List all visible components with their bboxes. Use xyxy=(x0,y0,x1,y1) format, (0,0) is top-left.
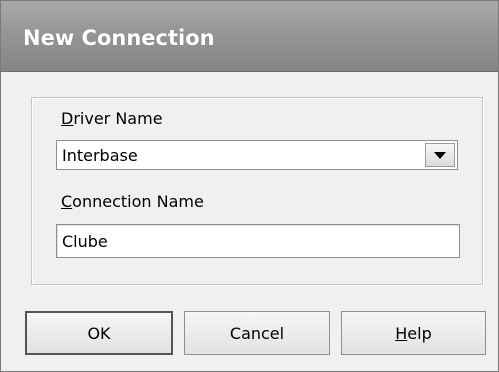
driver-name-dropdown-button[interactable] xyxy=(425,143,455,167)
connection-name-label: Connection Name xyxy=(61,192,204,211)
new-connection-dialog: New Connection Driver Name Interbase Con… xyxy=(0,0,499,372)
connection-name-label-mnemonic: C xyxy=(61,192,73,211)
help-button[interactable]: Help xyxy=(341,311,486,355)
help-button-mnemonic: H xyxy=(395,323,408,343)
connection-name-label-text: onnection Name xyxy=(72,192,204,211)
help-button-label: Help xyxy=(395,324,431,343)
driver-name-label-mnemonic: D xyxy=(61,109,74,128)
driver-name-value: Interbase xyxy=(62,146,138,165)
cancel-button[interactable]: Cancel xyxy=(184,311,330,355)
help-button-label-text: elp xyxy=(407,323,432,343)
connection-name-input[interactable]: Clube xyxy=(56,224,460,258)
driver-name-label: Driver Name xyxy=(61,109,163,128)
dialog-title: New Connection xyxy=(23,26,215,50)
cancel-button-label: Cancel xyxy=(229,323,285,343)
driver-name-select[interactable]: Interbase xyxy=(56,140,458,170)
ok-button-label: OK xyxy=(87,323,111,343)
driver-name-label-text: river Name xyxy=(73,109,163,128)
ok-button[interactable]: OK xyxy=(25,311,173,355)
connection-name-value: Clube xyxy=(62,232,108,251)
title-bar[interactable]: New Connection xyxy=(1,1,498,72)
chevron-down-icon xyxy=(434,151,446,159)
